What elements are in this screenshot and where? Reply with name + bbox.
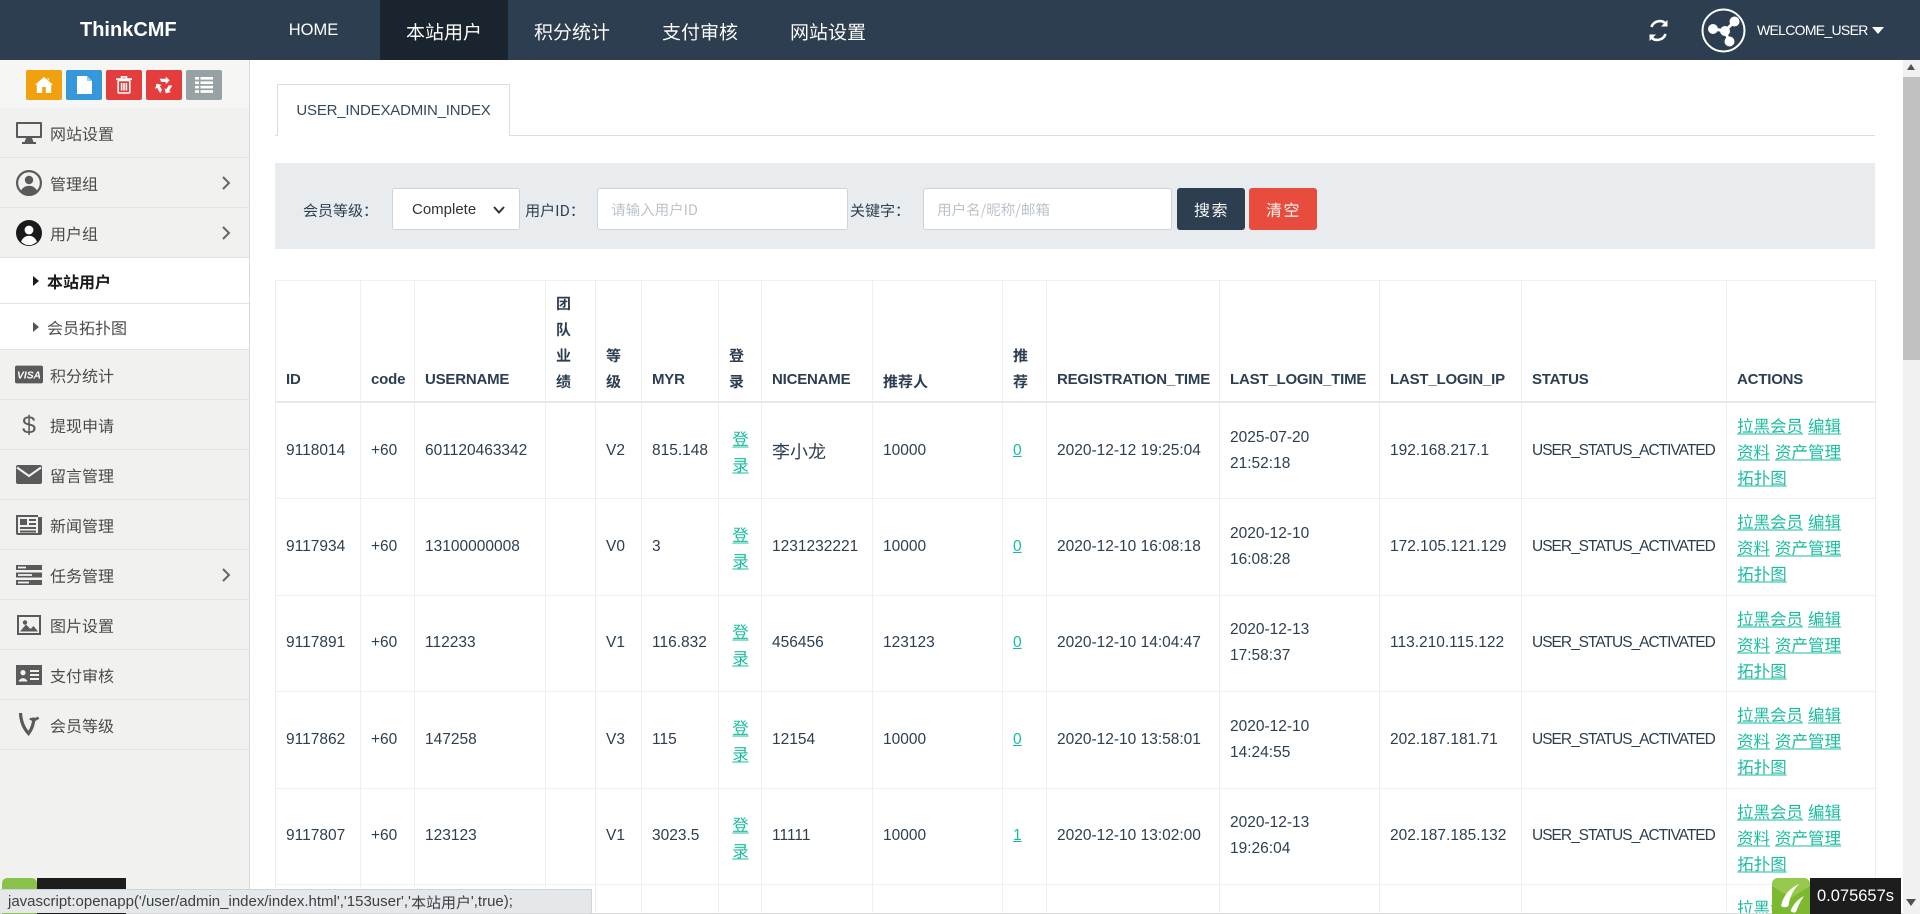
svg-text:$: $ [22, 411, 36, 439]
svg-text:VISA: VISA [17, 371, 41, 382]
